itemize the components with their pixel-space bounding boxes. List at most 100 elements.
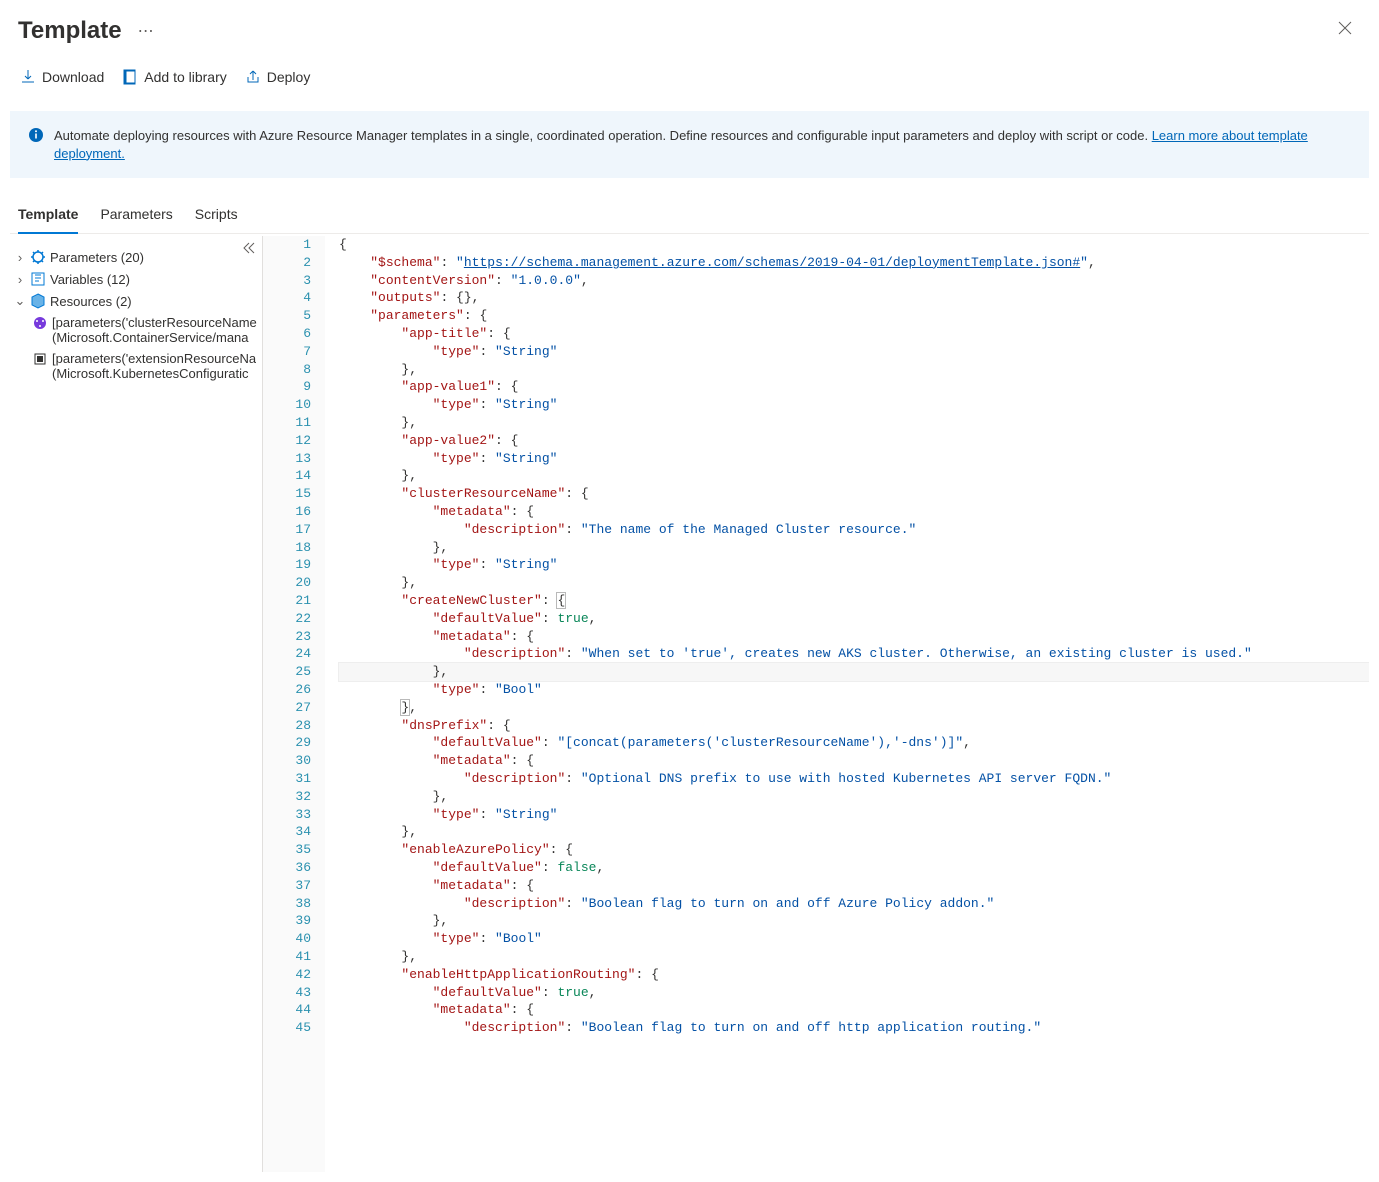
line-number: 34	[263, 823, 311, 841]
tree-item[interactable]: › Parameters (20)	[14, 246, 258, 268]
code-editor[interactable]: 1234567891011121314151617181920212223242…	[262, 236, 1369, 1172]
line-number: 22	[263, 610, 311, 628]
line-number: 44	[263, 1001, 311, 1019]
code-line: "$schema": "https://schema.management.az…	[339, 254, 1369, 272]
line-number: 20	[263, 574, 311, 592]
tree-item[interactable]: › Variables (12)	[14, 268, 258, 290]
line-number: 13	[263, 450, 311, 468]
line-number: 8	[263, 361, 311, 379]
code-line: "contentVersion": "1.0.0.0",	[339, 272, 1369, 290]
line-number: 43	[263, 984, 311, 1002]
chevron-down-icon[interactable]: ⌄	[14, 293, 26, 309]
code-line: "description": "The name of the Managed …	[339, 521, 1369, 539]
tree-item[interactable]: ⌄ Resources (2)	[14, 290, 258, 312]
line-number: 25	[263, 663, 311, 681]
tab-scripts[interactable]: Scripts	[195, 196, 238, 234]
code-line: "defaultValue": false,	[339, 859, 1369, 877]
tree-item-label: Variables (12)	[50, 272, 130, 287]
line-number: 6	[263, 325, 311, 343]
line-number: 35	[263, 841, 311, 859]
line-number: 10	[263, 396, 311, 414]
info-icon	[28, 127, 44, 143]
code-line: "metadata": {	[339, 503, 1369, 521]
code-line: },	[339, 912, 1369, 930]
code-line: "type": "String"	[339, 556, 1369, 574]
code-line: "outputs": {},	[339, 289, 1369, 307]
tree-node-icon	[32, 315, 48, 331]
tree-child-line1: [parameters('clusterResourceName	[52, 315, 257, 330]
code-line: },	[339, 414, 1369, 432]
line-number: 9	[263, 378, 311, 396]
code-line: "enableHttpApplicationRouting": {	[339, 966, 1369, 984]
tree-node-icon	[30, 249, 46, 265]
tree-child-line2: (Microsoft.ContainerService/mana	[52, 330, 257, 345]
more-menu-icon[interactable]: ⋯	[138, 21, 155, 41]
line-number: 29	[263, 734, 311, 752]
tab-parameters[interactable]: Parameters	[100, 196, 172, 234]
line-number: 16	[263, 503, 311, 521]
tree-child-item[interactable]: [parameters('clusterResourceName(Microso…	[32, 312, 258, 348]
code-line: "enableAzurePolicy": {	[339, 841, 1369, 859]
code-line: "clusterResourceName": {	[339, 485, 1369, 503]
code-line: "defaultValue": "[concat(parameters('clu…	[339, 734, 1369, 752]
line-number: 17	[263, 521, 311, 539]
line-number: 19	[263, 556, 311, 574]
line-number: 45	[263, 1019, 311, 1037]
line-number: 23	[263, 628, 311, 646]
line-number: 31	[263, 770, 311, 788]
line-number: 15	[263, 485, 311, 503]
tab-template[interactable]: Template	[18, 196, 78, 234]
code-line: "dnsPrefix": {	[339, 717, 1369, 735]
line-number: 2	[263, 254, 311, 272]
code-line: "app-value2": {	[339, 432, 1369, 450]
line-number: 21	[263, 592, 311, 610]
line-number: 40	[263, 930, 311, 948]
line-number: 30	[263, 752, 311, 770]
line-number: 36	[263, 859, 311, 877]
tree-node-icon	[32, 351, 48, 367]
code-area[interactable]: { "$schema": "https://schema.management.…	[325, 236, 1369, 1172]
code-line: "type": "String"	[339, 806, 1369, 824]
collapse-tree-icon[interactable]	[242, 242, 256, 257]
line-number: 27	[263, 699, 311, 717]
deploy-label: Deploy	[267, 69, 311, 85]
line-number: 18	[263, 539, 311, 557]
tree-item-label: Resources (2)	[50, 294, 132, 309]
line-number: 11	[263, 414, 311, 432]
line-number: 7	[263, 343, 311, 361]
line-number: 5	[263, 307, 311, 325]
code-line: },	[339, 663, 1369, 681]
close-icon[interactable]	[1329, 16, 1361, 45]
chevron-right-icon[interactable]: ›	[14, 272, 26, 287]
line-number: 42	[263, 966, 311, 984]
line-number: 33	[263, 806, 311, 824]
line-number: 24	[263, 645, 311, 663]
line-number: 26	[263, 681, 311, 699]
line-number: 3	[263, 272, 311, 290]
code-line: "type": "String"	[339, 343, 1369, 361]
code-line: },	[339, 948, 1369, 966]
line-number: 32	[263, 788, 311, 806]
page-title: Template	[18, 17, 122, 45]
code-line: "metadata": {	[339, 628, 1369, 646]
download-label: Download	[42, 69, 104, 85]
tree-child-line2: (Microsoft.KubernetesConfiguratic	[52, 366, 256, 381]
tree-child-line1: [parameters('extensionResourceNa	[52, 351, 256, 366]
code-line: "metadata": {	[339, 1001, 1369, 1019]
code-line: "type": "String"	[339, 450, 1369, 468]
tree-child-item[interactable]: [parameters('extensionResourceNa(Microso…	[32, 348, 258, 384]
deploy-button[interactable]: Deploy	[245, 69, 311, 85]
line-number: 41	[263, 948, 311, 966]
code-line: },	[339, 467, 1369, 485]
info-banner: Automate deploying resources with Azure …	[10, 111, 1369, 178]
tree-item-label: Parameters (20)	[50, 250, 144, 265]
download-button[interactable]: Download	[20, 69, 104, 85]
add-library-button[interactable]: Add to library	[122, 69, 226, 85]
info-text: Automate deploying resources with Azure …	[54, 128, 1152, 143]
code-line: },	[339, 574, 1369, 592]
line-number: 38	[263, 895, 311, 913]
code-line: "type": "Bool"	[339, 681, 1369, 699]
code-line: },	[339, 361, 1369, 379]
line-number: 4	[263, 289, 311, 307]
chevron-right-icon[interactable]: ›	[14, 250, 26, 265]
